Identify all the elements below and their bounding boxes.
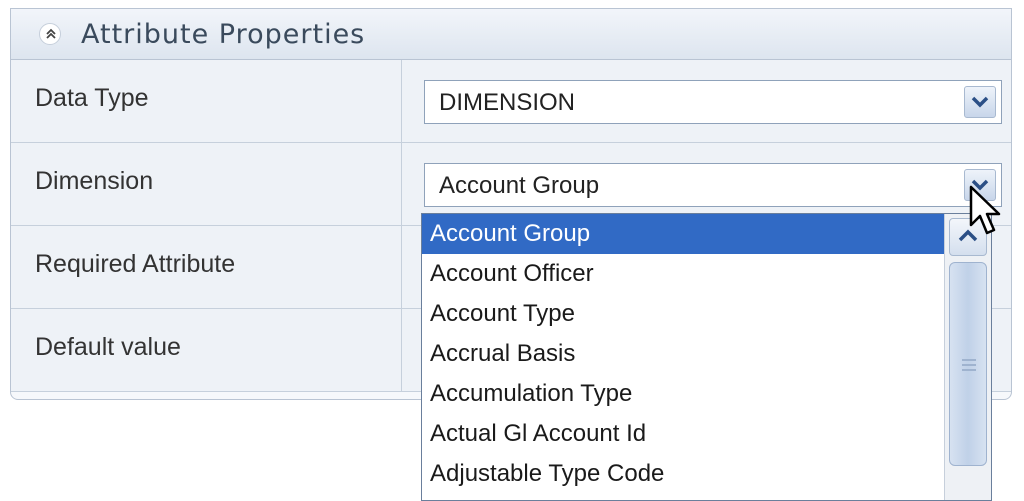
dimension-value: Account Group	[439, 172, 600, 199]
data-type-select[interactable]: DIMENSION	[424, 80, 1002, 124]
dimension-dropdown-list[interactable]: Account Group Account Officer Account Ty…	[421, 213, 992, 501]
dropdown-scrollbar[interactable]	[944, 214, 991, 500]
dropdown-option-adjustable-type-code[interactable]: Adjustable Type Code	[422, 454, 944, 494]
dimension-select[interactable]: Account Group	[424, 163, 1002, 207]
panel-title: Attribute Properties	[81, 19, 366, 50]
panel-header[interactable]: Attribute Properties	[11, 9, 1011, 60]
mouse-pointer-icon	[969, 185, 1001, 235]
dropdown-option-accrual-basis[interactable]: Accrual Basis	[422, 334, 944, 374]
data-type-label: Data Type	[35, 84, 149, 112]
default-value-label: Default value	[35, 333, 181, 361]
dimension-label: Dimension	[35, 167, 154, 195]
data-type-value: DIMENSION	[439, 89, 576, 116]
dropdown-option-actual-gl-account-id[interactable]: Actual Gl Account Id	[422, 414, 944, 454]
row-data-type: Data Type DIMENSION	[11, 60, 1011, 143]
scrollbar-thumb[interactable]	[949, 262, 987, 466]
double-chevron-up-icon[interactable]	[39, 23, 61, 45]
dropdown-option-account-type[interactable]: Account Type	[422, 294, 944, 334]
dropdown-option-account-group[interactable]: Account Group	[422, 214, 944, 254]
dropdown-option-account-officer[interactable]: Account Officer	[422, 254, 944, 294]
chevron-down-icon[interactable]	[964, 86, 996, 118]
dropdown-option-accumulation-type[interactable]: Accumulation Type	[422, 374, 944, 414]
required-attribute-label: Required Attribute	[35, 250, 236, 278]
